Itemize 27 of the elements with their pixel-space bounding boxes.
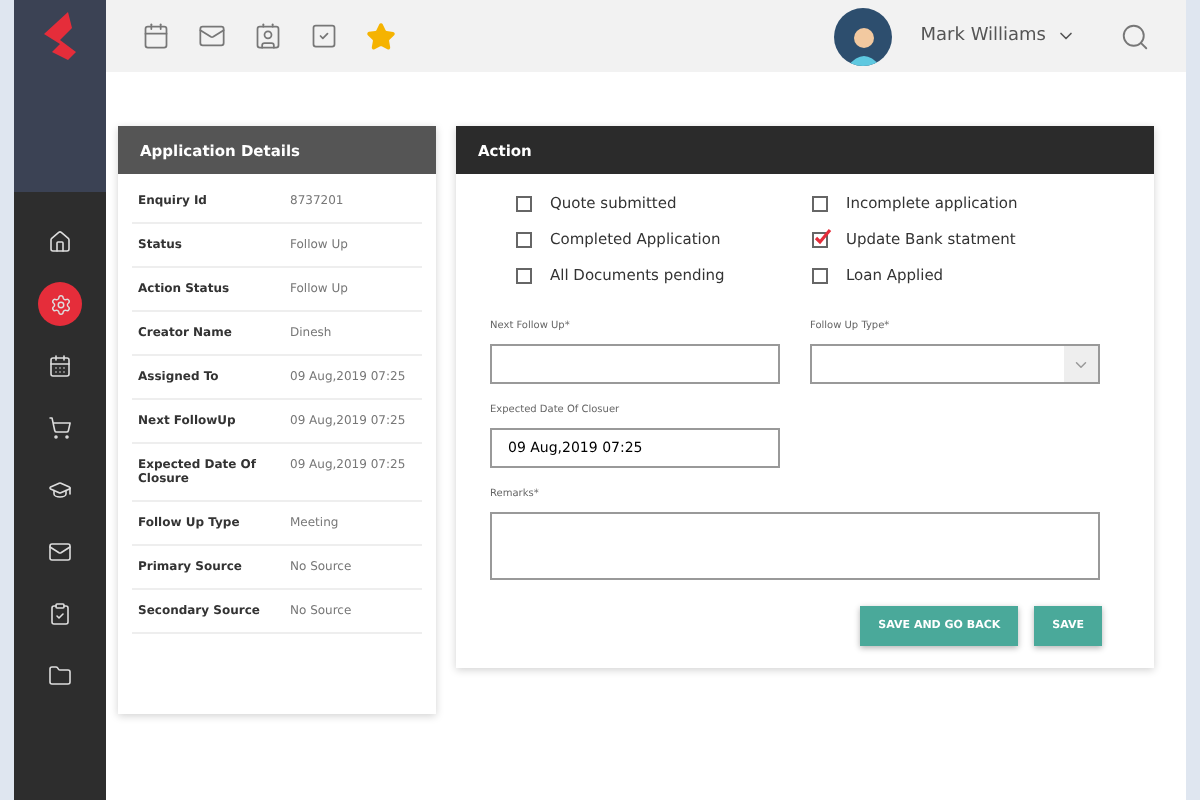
checkbox[interactable] xyxy=(516,267,532,283)
cart-icon xyxy=(48,416,72,440)
gear-icon xyxy=(49,293,71,315)
calendar-icon[interactable] xyxy=(142,22,170,50)
clipboard-icon xyxy=(48,602,72,626)
user-menu[interactable]: Mark Williams xyxy=(920,26,1076,46)
remarks-field[interactable] xyxy=(490,512,1100,580)
gear-button[interactable] xyxy=(38,282,82,326)
mail-icon xyxy=(48,540,72,564)
folder-icon xyxy=(48,664,72,688)
mail-icon[interactable] xyxy=(198,22,226,50)
avatar xyxy=(834,7,893,65)
logo-icon xyxy=(40,12,80,60)
checkbox[interactable] xyxy=(516,231,532,247)
checkbox[interactable] xyxy=(812,267,828,283)
calendar-icon xyxy=(48,354,72,378)
checkbox[interactable] xyxy=(812,231,828,247)
contact-card-icon[interactable] xyxy=(254,22,282,50)
checkbox[interactable] xyxy=(812,195,828,211)
checkbox-icon[interactable] xyxy=(310,22,338,50)
search-icon[interactable] xyxy=(1120,21,1150,51)
star-icon[interactable] xyxy=(366,21,396,51)
text-field[interactable] xyxy=(490,344,780,384)
graduation-cap-icon xyxy=(48,478,72,502)
select-field[interactable] xyxy=(810,344,1100,384)
checkbox[interactable] xyxy=(516,195,532,211)
home-icon xyxy=(48,230,72,254)
